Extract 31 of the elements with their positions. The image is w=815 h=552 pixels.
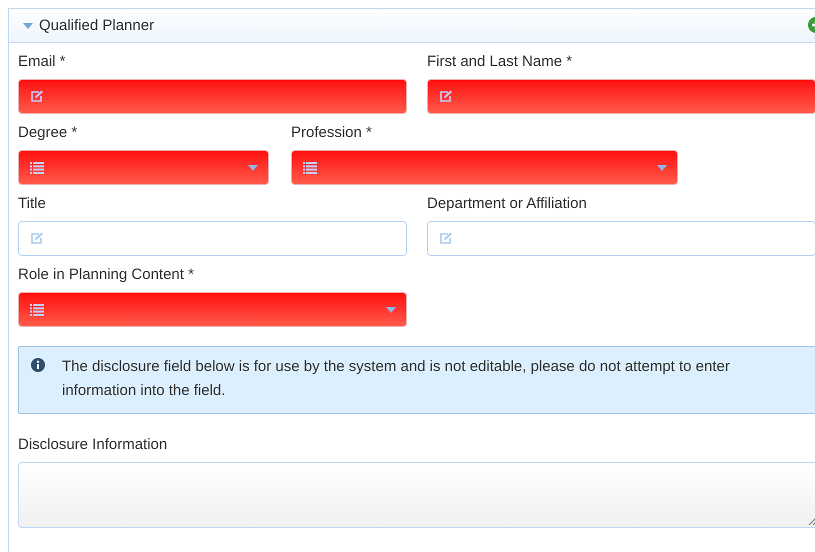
- input-field[interactable]: [18, 221, 407, 256]
- edit-icon: [30, 90, 44, 103]
- info-message: The disclosure field below is for use by the system and is not editable, please do not attempt to enter information into the field.: [62, 357, 731, 401]
- field-label: Role in Planning Content *: [18, 266, 195, 284]
- resize-grip-icon[interactable]: [808, 517, 815, 525]
- field-label: Degree *: [18, 124, 78, 142]
- list-icon: [30, 162, 44, 174]
- input-field[interactable]: [18, 79, 407, 114]
- info-icon: [31, 358, 45, 372]
- input-field[interactable]: [427, 221, 815, 256]
- field-label: Title: [18, 195, 47, 213]
- list-icon: [303, 162, 317, 174]
- edit-icon: [439, 232, 453, 245]
- field-label: First and Last Name *: [427, 53, 574, 71]
- field-label: Profession *: [291, 124, 373, 142]
- caret-icon: [657, 164, 667, 170]
- caret-icon: [386, 306, 396, 312]
- edit-icon: [30, 232, 44, 245]
- panel-header[interactable]: Qualified Planner: [9, 9, 815, 43]
- select-field[interactable]: [18, 150, 269, 185]
- field-label: Disclosure Information: [18, 436, 168, 454]
- select-field[interactable]: [291, 150, 678, 185]
- collapse-triangle-icon[interactable]: [23, 22, 33, 28]
- panel-title: Qualified Planner: [39, 17, 154, 34]
- caret-icon: [248, 164, 258, 170]
- edit-icon: [439, 90, 453, 103]
- select-field[interactable]: [18, 292, 407, 327]
- list-icon: [30, 304, 44, 316]
- field-label: Email *: [18, 53, 67, 71]
- field-label: Department or Affiliation: [427, 195, 588, 213]
- input-field[interactable]: [427, 79, 815, 114]
